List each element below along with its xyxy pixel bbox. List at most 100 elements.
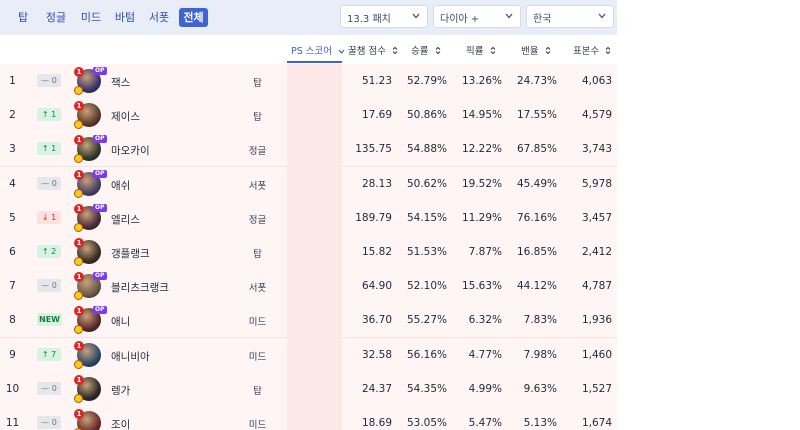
champion-name[interactable]: 블리츠크랭크 [111,280,169,295]
win-rate-value: 52.10% [406,280,447,293]
sort-icon [545,46,551,58]
champion-name[interactable]: 애니 [111,314,130,329]
ban-rate-header[interactable]: 밴율 [521,43,551,58]
champion-name[interactable]: 렝가 [111,383,130,398]
tier-badge: 1 [74,203,84,214]
tab-bottom[interactable]: 바텀 [112,8,138,27]
rank-change-badge: — 0 [37,74,61,87]
tab-support[interactable]: 서폿 [146,8,172,27]
rank-number: 2 [9,109,16,122]
champion-name[interactable]: 잭스 [111,75,130,90]
ban-rate-value: 9.63% [523,382,557,395]
rank-number: 7 [9,280,16,293]
rank-change-value: 0 [51,383,57,393]
honey-score-value: 17.69 [361,109,392,122]
ban-rate-value: 45.49% [516,177,557,190]
pick-rate-header[interactable]: 픽률 [466,43,496,58]
honey-score-value: 189.79 [355,211,392,224]
champion-name[interactable]: 엘리스 [111,212,140,227]
rank-change-value: 7 [51,349,57,359]
sample-size-header-label: 표본수 [573,46,600,57]
ban-rate-value: 16.85% [516,246,557,258]
sample-size-header[interactable]: 표본수 [573,43,611,58]
ps-score-header[interactable]: PS 스코어 [291,43,345,57]
tier-select-value: 다이아 + [440,14,480,25]
tab-all[interactable]: 전체 [179,8,208,27]
sample-size-value: 4,579 [581,109,612,122]
win-rate-value: 55.27% [406,314,447,327]
position-label: 정글 [248,146,267,158]
position-icon [74,154,83,164]
win-rate-value: 52.79% [406,75,447,87]
rank-number: 6 [9,246,16,258]
pick-rate-value: 15.63% [461,280,502,293]
sample-size-value: 1,527 [581,382,612,395]
position-label: 탑 [253,78,262,89]
champion-name[interactable]: 애쉬 [111,178,130,193]
position-icon [74,188,83,198]
dash-icon: — [41,76,52,85]
sample-size-value: 5,978 [581,177,612,190]
op-badge: OP [93,272,107,281]
rank-change-badge: — 0 [37,176,61,190]
rank-number: 8 [9,314,16,327]
champion-name[interactable]: 마오카이 [111,143,150,158]
tier-badge: 1 [74,169,84,180]
position-icon [74,86,83,95]
arrow-up-icon: ↑ [41,110,52,120]
position-icon [74,393,83,403]
ban-rate-value: 17.55% [516,109,557,122]
honey-score-value: 135.75 [355,143,392,156]
win-rate-header[interactable]: 승률 [411,43,441,58]
ps-score-column-highlight [287,64,342,430]
region-select[interactable]: 한국 [526,5,614,28]
honey-score-value: 32.58 [361,348,392,361]
tier-badge: 1 [74,67,84,77]
pick-rate-value: 13.26% [461,75,502,87]
sample-size-value: 3,457 [581,211,612,224]
win-rate-value: 54.35% [406,382,447,395]
champion-name[interactable]: 갱플랭크 [111,246,150,261]
ban-rate-value: 44.12% [516,280,557,293]
chevron-down-icon [598,13,606,20]
sort-icon [435,46,441,58]
chevron-down-icon [505,13,513,20]
champion-name[interactable]: 제이스 [111,109,140,124]
rank-change-value: 2 [51,247,57,256]
sort-icon [490,46,496,58]
ps-score-header-label: PS 스코어 [291,46,332,57]
patch-select[interactable]: 13.3 패치 [340,5,428,28]
position-icon [74,222,83,232]
pick-rate-value: 4.99% [468,382,502,395]
champion-name[interactable]: 애니비아 [111,349,150,364]
position-icon [74,359,83,369]
position-label: 서폿 [248,180,267,192]
rank-change-badge: — 0 [37,279,61,293]
op-badge: OP [93,203,107,212]
dash-icon: — [41,383,52,393]
tab-mid[interactable]: 미드 [78,8,104,27]
sort-icon [392,46,398,58]
chevron-down-icon [412,13,420,20]
sample-size-value: 4,063 [581,75,612,87]
tab-jungle[interactable]: 정글 [43,8,69,27]
sample-size-value: 3,743 [581,143,612,156]
rank-change-badge: ↑ 1 [37,142,61,156]
honey-score-header-label: 꿀챔 점수 [348,46,386,57]
ban-rate-value: 7.98% [523,348,557,361]
sample-size-value: 2,412 [581,246,612,258]
champion-rankings: 탑 정글 미드 바텀 서폿 전체 13.3 패치 다이아 + 한국 PS 스코어 [0,0,617,430]
sort-icon [605,46,611,58]
champion-name[interactable]: 조이 [111,417,130,430]
ban-rate-value: 67.85% [516,143,557,156]
ban-rate-value: 76.16% [516,211,557,224]
tier-badge: 1 [74,340,84,351]
tab-top[interactable]: 탑 [13,8,33,27]
position-icon [74,257,83,266]
sample-size-value: 4,787 [581,280,612,293]
rank-number: 10 [5,382,20,395]
tier-select[interactable]: 다이아 + [433,5,521,28]
win-rate-value: 56.16% [406,348,447,361]
ban-rate-value: 7.83% [523,314,557,327]
honey-score-header[interactable]: 꿀챔 점수 [348,43,398,58]
